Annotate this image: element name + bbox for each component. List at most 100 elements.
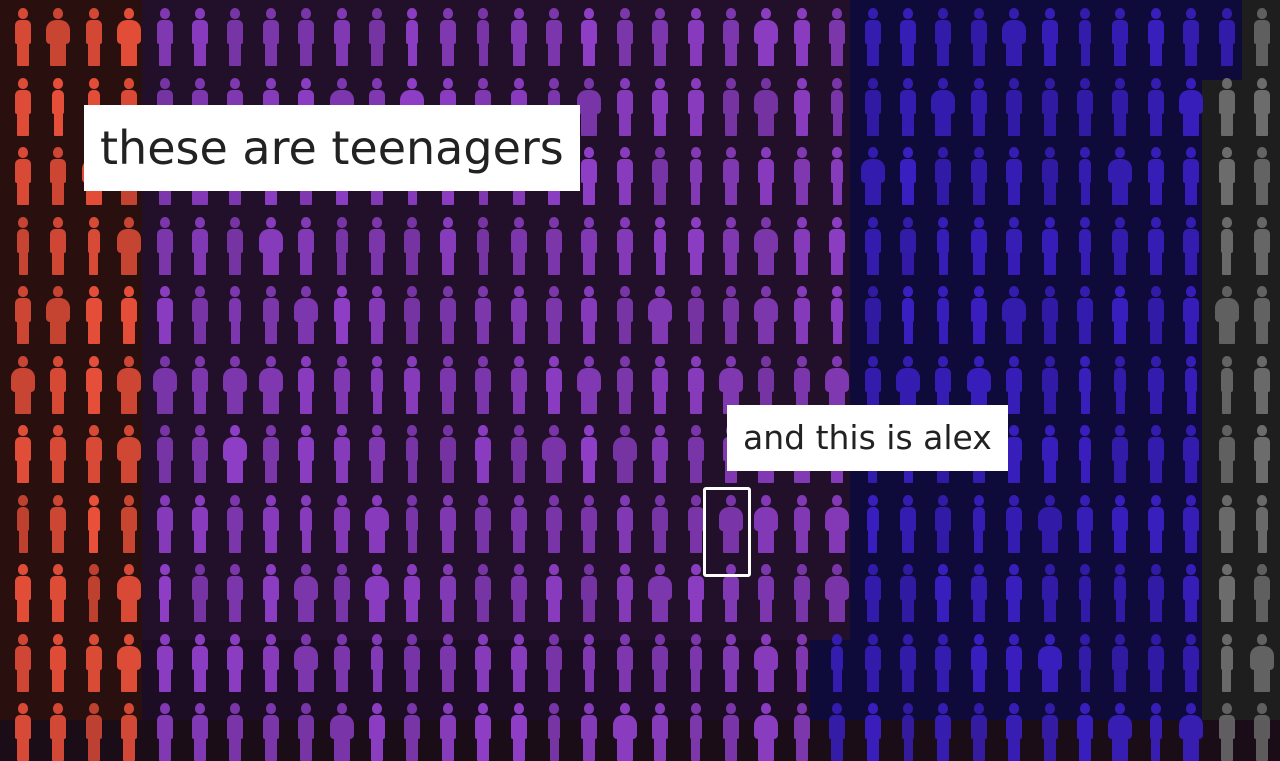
person-body — [935, 20, 952, 44]
person-silhouette-icon — [331, 286, 353, 344]
person-body — [616, 506, 633, 531]
person-body — [117, 20, 142, 44]
person-body — [1006, 367, 1023, 392]
person-head — [1009, 286, 1020, 297]
person-body — [333, 506, 350, 531]
person-body — [1218, 715, 1235, 739]
person-silhouette-icon — [897, 494, 919, 553]
person-body — [1077, 506, 1093, 531]
person-body — [577, 89, 602, 114]
person-silhouette-icon — [224, 564, 246, 622]
person-body — [793, 20, 810, 44]
person-silhouette-icon — [826, 147, 848, 205]
person-silhouette-icon — [47, 216, 69, 275]
person-legs — [1220, 738, 1233, 761]
person-body — [1002, 20, 1027, 44]
person-silhouette-icon — [1109, 633, 1131, 692]
person-silhouette-icon — [12, 8, 34, 66]
person-head — [513, 286, 524, 297]
person-body — [825, 506, 850, 531]
person-body — [15, 298, 31, 322]
person-body — [15, 20, 31, 44]
person-body — [439, 367, 456, 392]
person-head — [195, 8, 205, 19]
person-silhouette-icon — [472, 8, 494, 66]
person-legs — [1043, 43, 1056, 66]
person-body — [510, 20, 527, 44]
person-silhouette-icon — [577, 77, 602, 136]
person-body — [1218, 576, 1235, 600]
person-silhouette-icon — [154, 494, 176, 553]
person-silhouette-icon — [47, 564, 69, 622]
person-legs — [87, 321, 100, 344]
person-silhouette-icon — [1108, 147, 1133, 205]
person-head — [442, 633, 453, 645]
person-silhouette-icon — [83, 494, 105, 553]
person-head — [726, 286, 736, 297]
person-silhouette-icon — [1180, 564, 1202, 622]
person-head — [903, 216, 913, 228]
person-head — [1044, 77, 1055, 89]
person-silhouette-icon — [754, 286, 779, 344]
person-body — [937, 298, 950, 322]
person-head — [832, 147, 843, 158]
person-body — [900, 506, 916, 531]
person-body — [510, 437, 527, 461]
person-head — [619, 8, 630, 19]
person-legs — [229, 738, 242, 761]
person-head — [336, 8, 347, 19]
person-silhouette-icon — [1003, 703, 1025, 761]
person-legs — [689, 251, 702, 275]
person-silhouette-icon — [791, 494, 813, 553]
person-body — [758, 367, 775, 392]
person-body — [227, 576, 244, 600]
person-silhouette-icon — [46, 8, 71, 66]
person-head — [832, 286, 843, 297]
person-body — [864, 228, 881, 253]
person-head — [124, 564, 135, 575]
person-head — [903, 633, 913, 645]
alex-highlight-box — [703, 487, 751, 577]
person-silhouette-icon — [83, 355, 105, 414]
person-body — [510, 576, 527, 600]
person-legs — [1149, 112, 1162, 136]
person-body — [793, 159, 810, 183]
person-legs — [937, 43, 950, 66]
person-head — [761, 494, 772, 506]
person-head — [407, 564, 418, 575]
person-silhouette-icon — [401, 633, 423, 692]
person-legs — [689, 460, 702, 483]
person-legs — [1185, 251, 1198, 275]
person-legs — [616, 460, 633, 483]
person-body — [1218, 506, 1235, 531]
person-body — [612, 715, 637, 739]
person-head — [1115, 494, 1126, 506]
person-body — [439, 576, 456, 600]
person-legs — [298, 321, 315, 344]
person-body — [262, 715, 279, 739]
person-silhouette-icon — [1145, 564, 1167, 622]
person-body — [1185, 367, 1198, 392]
person-legs — [548, 599, 560, 622]
person-silhouette-icon — [649, 147, 671, 205]
person-body — [723, 89, 739, 114]
person-silhouette-icon — [754, 216, 779, 275]
person-silhouette-icon — [1216, 77, 1238, 136]
person-silhouette-icon — [1109, 425, 1131, 483]
person-legs — [264, 738, 277, 761]
person-legs — [300, 43, 313, 66]
person-legs — [866, 251, 879, 275]
person-head — [655, 147, 666, 158]
person-silhouette-icon — [118, 703, 140, 761]
person-head — [195, 216, 205, 228]
person-body — [687, 437, 704, 461]
person-legs — [194, 321, 206, 344]
person-silhouette-icon — [825, 564, 850, 622]
person-head — [372, 286, 382, 297]
person-silhouette-icon — [1216, 633, 1238, 692]
person-head — [832, 8, 843, 19]
person-silhouette-icon — [614, 633, 636, 692]
person-body — [689, 645, 702, 670]
person-body — [723, 228, 739, 253]
person-head — [938, 147, 949, 158]
